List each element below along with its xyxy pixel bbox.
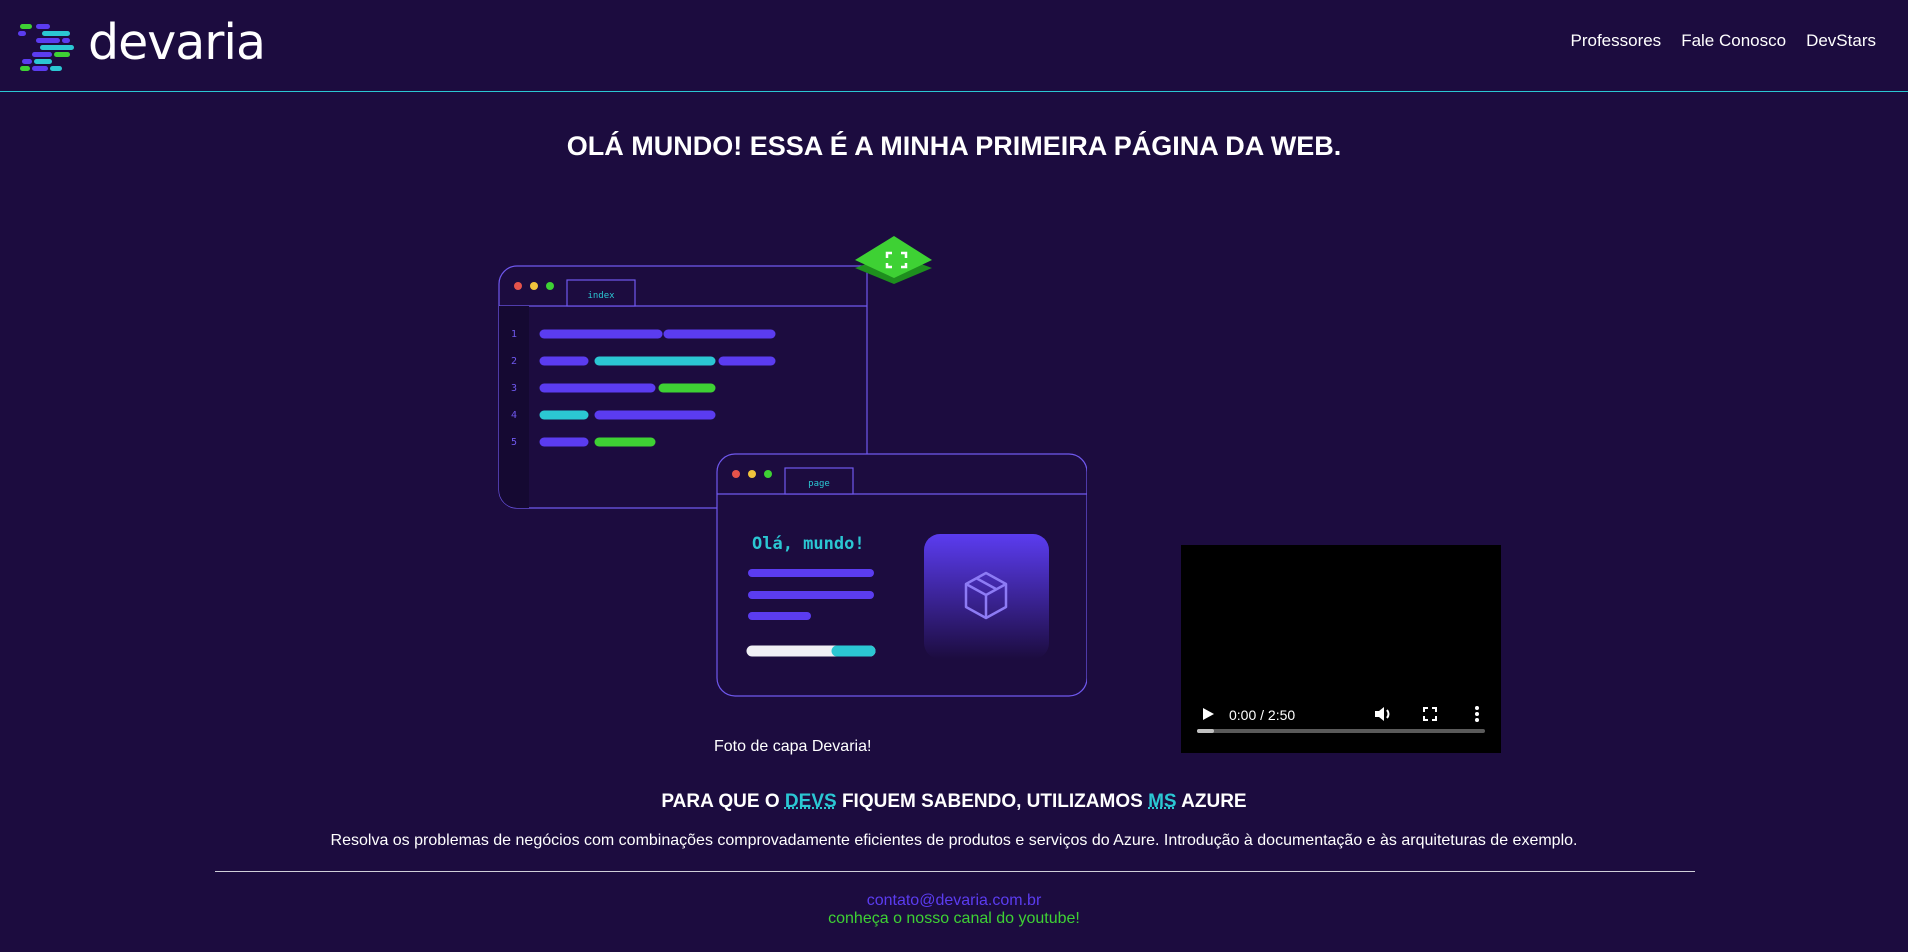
abbr-ms[interactable]: MS xyxy=(1148,791,1177,812)
page-tab-label: page xyxy=(808,479,830,489)
page-title: OLÁ MUNDO! ESSA É A MINHA PRIMEIRA PÁGIN… xyxy=(566,131,1342,161)
divider xyxy=(215,871,1695,872)
main-nav: Professores Fale Conosco DevStars xyxy=(1570,31,1876,51)
line-number: 4 xyxy=(511,410,517,421)
page-preview-window: page Olá, mundo! xyxy=(716,453,1087,697)
play-icon[interactable] xyxy=(1201,705,1215,723)
page-preview-heading: Olá, mundo! xyxy=(752,534,865,554)
logo[interactable]: devaria xyxy=(18,14,266,75)
video-progress-fill xyxy=(1197,729,1215,733)
subtitle-text: AZURE xyxy=(1181,791,1247,812)
site-footer: contato@devaria.com.br conheça o nosso c… xyxy=(0,892,1908,928)
abbr-devs[interactable]: DEVS xyxy=(785,791,837,812)
cover-image: index 1 2 3 4 5 page Olá, mundo! xyxy=(498,236,1087,697)
line-number: 5 xyxy=(511,437,517,448)
logo-text: devaria xyxy=(88,14,266,71)
cover-caption: Foto de capa Devaria! xyxy=(714,738,872,755)
subtitle-text: PARA QUE O xyxy=(661,791,780,812)
section-subtitle: PARA QUE O DEVS FIQUEM SABENDO, UTILIZAM… xyxy=(0,791,1908,813)
editor-tab-label: index xyxy=(587,291,615,301)
devaria-logo-icon xyxy=(18,23,74,71)
nav-link-professores[interactable]: Professores xyxy=(1570,31,1661,51)
line-number: 1 xyxy=(511,329,517,340)
line-number: 3 xyxy=(511,383,517,394)
fullscreen-icon[interactable] xyxy=(1422,705,1438,723)
site-header: devaria Professores Fale Conosco DevStar… xyxy=(0,0,1908,92)
contact-email-link[interactable]: contato@devaria.com.br xyxy=(0,892,1908,910)
azure-description: Resolva os problemas de negócios com com… xyxy=(330,832,1578,849)
nav-link-devstars[interactable]: DevStars xyxy=(1806,31,1876,51)
subtitle-text: FIQUEM SABENDO, UTILIZAMOS xyxy=(841,791,1143,812)
volume-icon[interactable] xyxy=(1373,705,1393,723)
nav-link-fale-conosco[interactable]: Fale Conosco xyxy=(1681,31,1786,51)
youtube-channel-link[interactable]: conheça o nosso canal do youtube! xyxy=(0,910,1908,928)
video-progress-bar[interactable] xyxy=(1197,729,1485,733)
more-options-icon[interactable] xyxy=(1474,705,1480,723)
video-player[interactable]: 0:00 / 2:50 xyxy=(1181,545,1501,753)
video-time: 0:00 / 2:50 xyxy=(1229,707,1296,723)
line-number: 2 xyxy=(511,356,517,367)
